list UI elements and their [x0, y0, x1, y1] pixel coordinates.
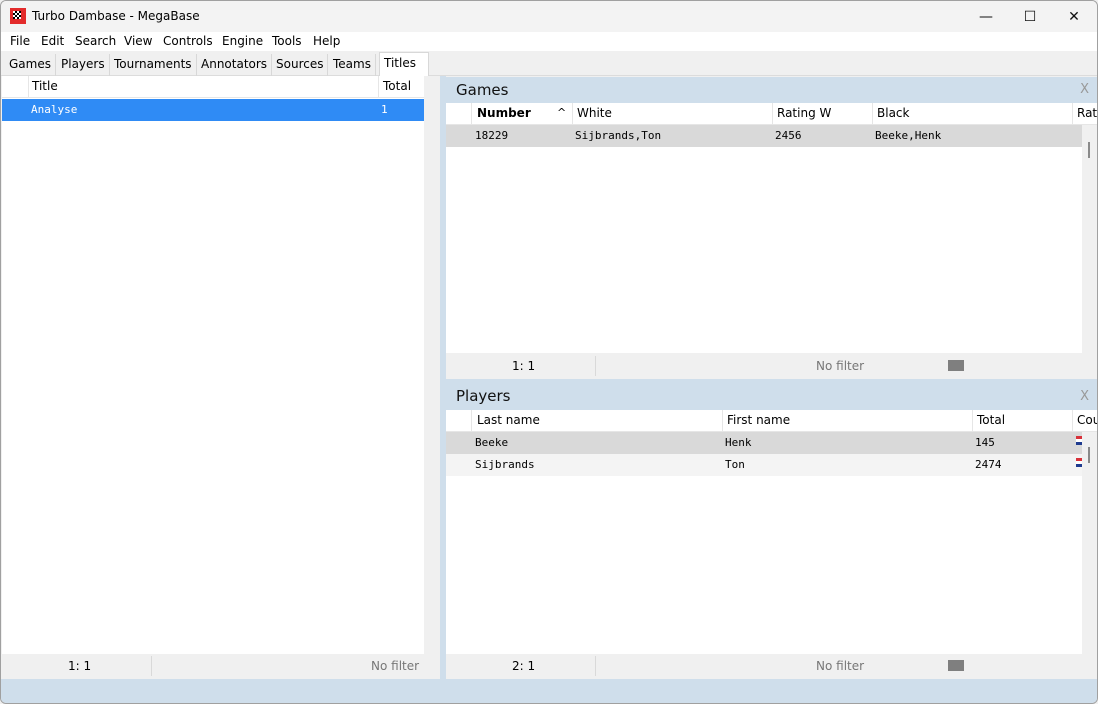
players-scrollbar[interactable] [1082, 432, 1097, 654]
column-first-name[interactable]: First name [727, 413, 790, 427]
white-cell: Sijbrands,Ton [575, 129, 662, 142]
column-total[interactable]: Total [383, 79, 411, 93]
checkerboard-app-icon [10, 8, 26, 24]
menu-engine[interactable]: Engine [222, 34, 263, 48]
black-cell: Beeke,Henk [875, 129, 942, 142]
last-name-cell: Sijbrands [475, 458, 535, 471]
filter-toggle-button[interactable] [948, 660, 964, 671]
minimize-icon: — [979, 8, 993, 25]
total-cell: 2474 [975, 458, 1002, 471]
title-bar: Turbo Dambase - MegaBase — ☐ ✕ [1, 1, 1097, 32]
tab-teams[interactable]: Teams [329, 54, 376, 76]
first-name-cell: Henk [725, 436, 752, 449]
table-row[interactable]: Analyse 1 [2, 99, 424, 121]
first-name-cell: Ton [725, 458, 745, 471]
games-panel-title: Games [456, 81, 509, 99]
games-status-bar: 1: 1 No filter [446, 354, 1097, 379]
players-grid: Beeke Henk 145 Sijbrands Ton 2474 [446, 432, 1082, 654]
window-title: Turbo Dambase - MegaBase [32, 9, 200, 23]
titles-record-count: 1: 1 [68, 659, 92, 673]
column-rating-w[interactable]: Rating W [777, 106, 831, 120]
menu-tools[interactable]: Tools [272, 34, 302, 48]
titles-status-bar: 1: 1 No filter [2, 654, 424, 679]
column-white[interactable]: White [577, 106, 612, 120]
rating-w-cell: 2456 [775, 129, 802, 142]
table-row[interactable]: 18229 Sijbrands,Ton 2456 Beeke,Henk [446, 125, 1082, 147]
last-name-cell: Beeke [475, 436, 509, 449]
games-column-header: Number ^ White Rating W Black Rati [446, 103, 1097, 125]
tab-bar: Games Players Tournaments Annotators Sou… [1, 51, 1097, 77]
sort-ascending-icon: ^ [557, 106, 567, 119]
column-black[interactable]: Black [877, 106, 909, 120]
players-status-bar: 2: 1 No filter [446, 654, 1097, 679]
players-panel-close-icon[interactable]: X [1080, 389, 1089, 404]
close-icon: ✕ [1068, 8, 1080, 25]
filter-toggle-button[interactable] [948, 360, 964, 371]
minimize-button[interactable]: — [963, 1, 1009, 32]
close-button[interactable]: ✕ [1051, 1, 1097, 32]
menu-bar: File Edit Search View Controls Engine To… [1, 32, 1097, 51]
menu-edit[interactable]: Edit [41, 34, 64, 48]
players-filter-status: No filter [816, 659, 865, 673]
titles-column-header: Title Total [2, 76, 424, 98]
menu-search[interactable]: Search [75, 34, 116, 48]
menu-help[interactable]: Help [313, 34, 340, 48]
menu-controls[interactable]: Controls [163, 34, 213, 48]
tab-tournaments[interactable]: Tournaments [110, 54, 197, 76]
games-record-count: 1: 1 [512, 359, 536, 373]
players-panel-header: Players X [446, 379, 1097, 410]
games-scrollbar-thumb[interactable] [1088, 142, 1090, 158]
menu-file[interactable]: File [10, 34, 30, 48]
players-record-count: 2: 1 [512, 659, 536, 673]
players-panel-title: Players [456, 387, 511, 405]
games-panel-header: Games X [446, 77, 1097, 103]
tab-games[interactable]: Games [5, 54, 56, 76]
table-row[interactable]: Beeke Henk 145 [446, 432, 1082, 454]
column-last-name[interactable]: Last name [477, 413, 540, 427]
pane-splitter[interactable] [424, 76, 446, 679]
players-scrollbar-thumb[interactable] [1088, 447, 1090, 463]
table-row[interactable]: Sijbrands Ton 2474 [446, 454, 1082, 476]
tab-annotators[interactable]: Annotators [197, 54, 273, 76]
games-grid: 18229 Sijbrands,Ton 2456 Beeke,Henk [446, 125, 1082, 353]
column-country[interactable]: Cou [1077, 413, 1097, 427]
column-total[interactable]: Total [977, 413, 1005, 427]
tab-titles[interactable]: Titles [379, 52, 429, 77]
total-cell: 1 [381, 103, 388, 116]
maximize-button[interactable]: ☐ [1007, 1, 1053, 32]
total-cell: 145 [975, 436, 995, 449]
tab-players[interactable]: Players [57, 54, 110, 76]
number-cell: 18229 [475, 129, 509, 142]
games-scrollbar[interactable] [1082, 125, 1097, 353]
bottom-dock-area [1, 679, 1097, 703]
column-rating-b[interactable]: Rati [1077, 106, 1097, 120]
tab-sources[interactable]: Sources [272, 54, 329, 76]
app-window: Turbo Dambase - MegaBase — ☐ ✕ File Edit… [0, 0, 1098, 704]
titles-filter-status: No filter [371, 659, 420, 673]
titles-list: Title Total Analyse 1 [2, 76, 424, 654]
menu-view[interactable]: View [124, 34, 152, 48]
column-title[interactable]: Title [32, 79, 58, 93]
players-column-header: Last name First name Total Cou [446, 410, 1097, 432]
games-panel-close-icon[interactable]: X [1080, 82, 1089, 97]
maximize-icon: ☐ [1023, 8, 1037, 25]
title-cell: Analyse [31, 103, 78, 116]
games-filter-status: No filter [816, 359, 865, 373]
column-number[interactable]: Number [477, 106, 531, 120]
